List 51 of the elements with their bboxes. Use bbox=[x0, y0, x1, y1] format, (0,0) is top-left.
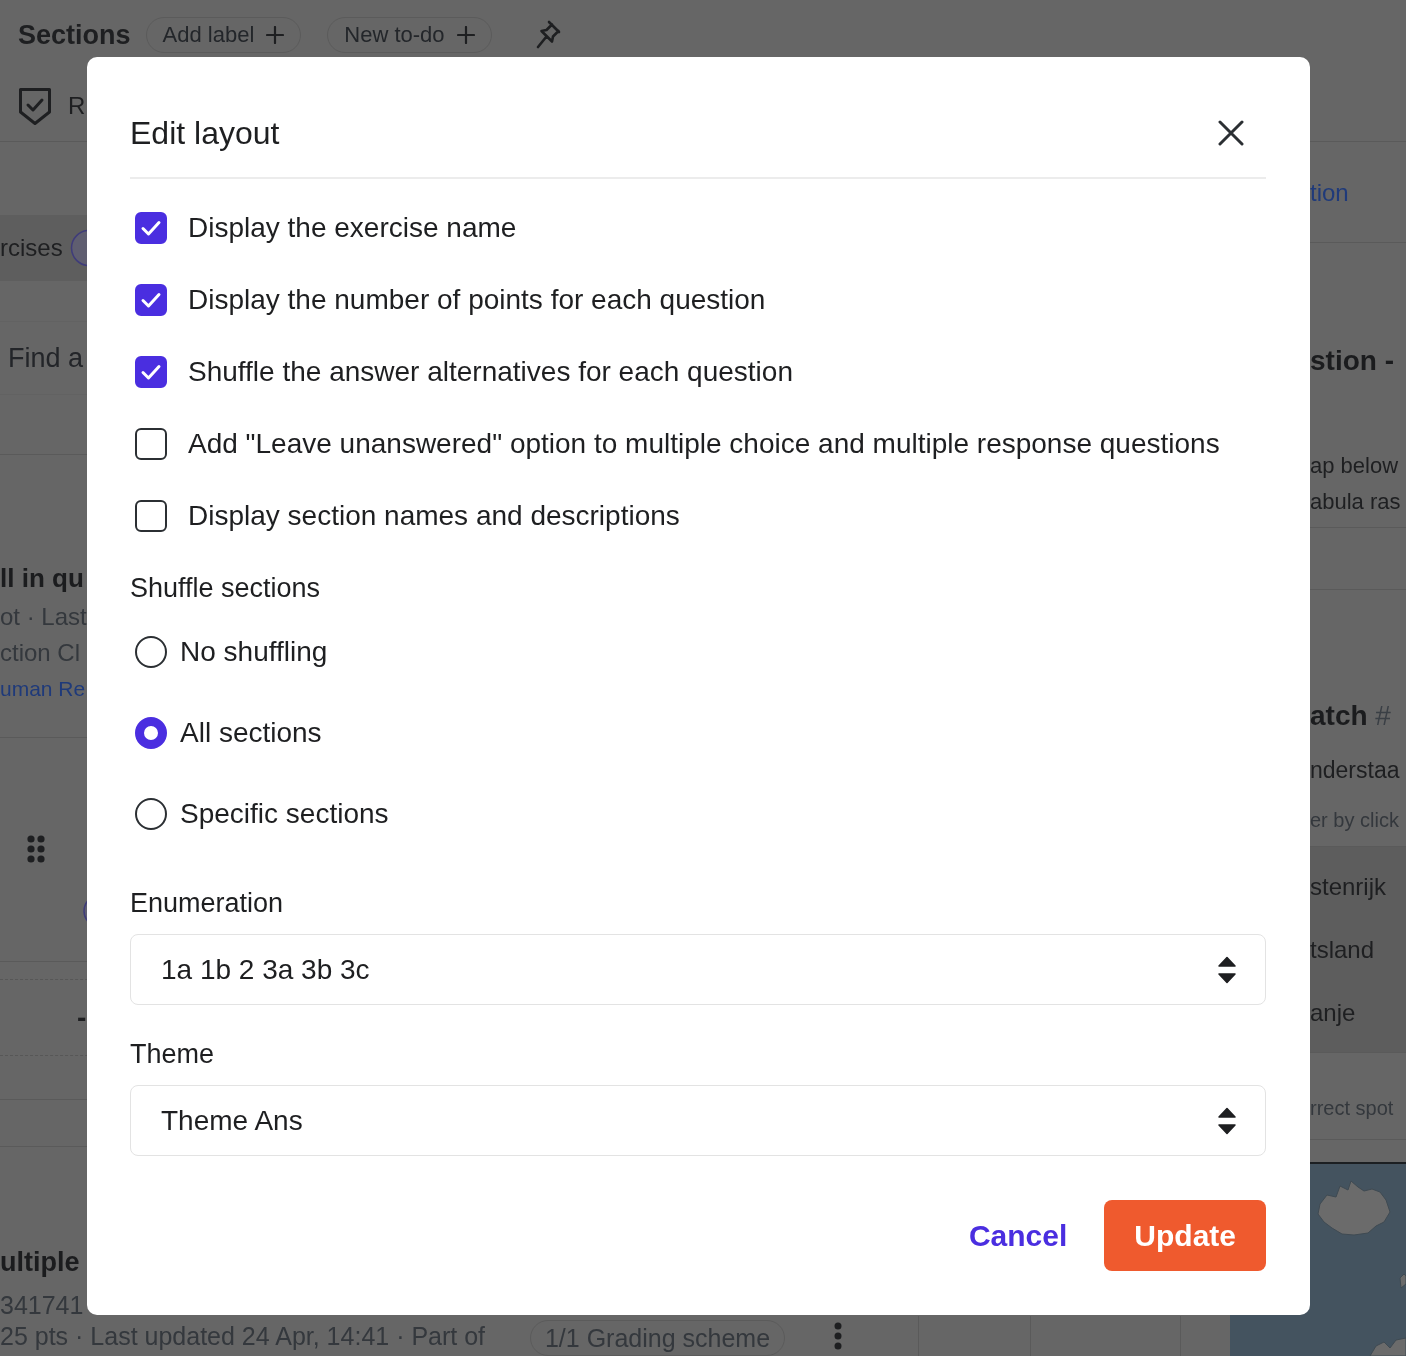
radio-button[interactable] bbox=[135, 635, 167, 668]
circle-badge-icon bbox=[69, 229, 87, 267]
dialog-title: Edit layout bbox=[130, 114, 280, 153]
checkbox[interactable] bbox=[135, 356, 167, 388]
field-label: Enumeration bbox=[130, 887, 284, 920]
item-title: ll in qu bbox=[0, 562, 84, 595]
close-button[interactable] bbox=[1218, 120, 1244, 146]
question-text: ap below bbox=[1310, 452, 1399, 480]
close-icon bbox=[1218, 120, 1244, 146]
checkbox[interactable] bbox=[135, 500, 167, 532]
question-text: abula ras bbox=[1310, 488, 1401, 516]
update-button[interactable]: Update bbox=[1104, 1200, 1266, 1271]
plus-icon bbox=[456, 26, 475, 44]
answer-option: tsland bbox=[1310, 932, 1375, 968]
cancel-button[interactable]: Cancel bbox=[968, 1217, 1068, 1254]
section-heading: Shuffle sections bbox=[130, 572, 321, 605]
field-label: Theme bbox=[130, 1038, 215, 1071]
radio-button[interactable] bbox=[135, 716, 167, 749]
radio-label: No shuffling bbox=[180, 634, 328, 669]
radio-button[interactable] bbox=[135, 797, 167, 830]
dash-text: - bbox=[77, 1000, 87, 1035]
more-options-icon[interactable] bbox=[833, 1322, 843, 1350]
radio-label: All sections bbox=[180, 715, 322, 750]
sort-caret-icon bbox=[1218, 955, 1236, 984]
item-title: ultiple bbox=[0, 1246, 80, 1279]
section-title: Sections bbox=[18, 19, 131, 52]
search-field[interactable]: Find a bbox=[0, 342, 87, 374]
checkbox-label: Shuffle the answer alternatives for each question bbox=[188, 355, 793, 389]
theme-select[interactable]: Theme Ans bbox=[130, 1085, 1266, 1156]
checkbox-label: Display the number of points for each question bbox=[188, 283, 766, 317]
checkbox[interactable] bbox=[135, 212, 167, 244]
item-link[interactable]: uman Re bbox=[0, 671, 86, 707]
answer-option: stenrijk bbox=[1310, 869, 1387, 905]
checkbox-label: Display section names and descriptions bbox=[188, 499, 680, 533]
tab-label[interactable]: rcises bbox=[0, 232, 63, 264]
answer-option: anje bbox=[1310, 995, 1356, 1031]
tab-label[interactable]: R bbox=[68, 90, 86, 121]
checkbox[interactable] bbox=[135, 428, 167, 460]
question-title: atch # bbox=[1310, 699, 1391, 733]
sort-caret-icon bbox=[1218, 1106, 1236, 1135]
question-title: stion - bbox=[1310, 344, 1394, 378]
checkbox[interactable] bbox=[135, 284, 167, 316]
plus-icon bbox=[266, 26, 285, 44]
checkbox-label: Add "Leave unanswered" option to multiple choice and multiple response questions bbox=[188, 427, 1220, 461]
enumeration-select[interactable]: 1a 1b 2 3a 3b 3c bbox=[130, 934, 1266, 1005]
checkbox-label: Display the exercise name bbox=[188, 211, 517, 245]
question-text: nderstaa bbox=[1310, 756, 1400, 785]
shield-check-icon bbox=[18, 85, 52, 126]
drag-handle-icon[interactable] bbox=[27, 835, 45, 863]
radio-label: Specific sections bbox=[180, 796, 389, 831]
item-link[interactable]: tion bbox=[1310, 175, 1349, 211]
